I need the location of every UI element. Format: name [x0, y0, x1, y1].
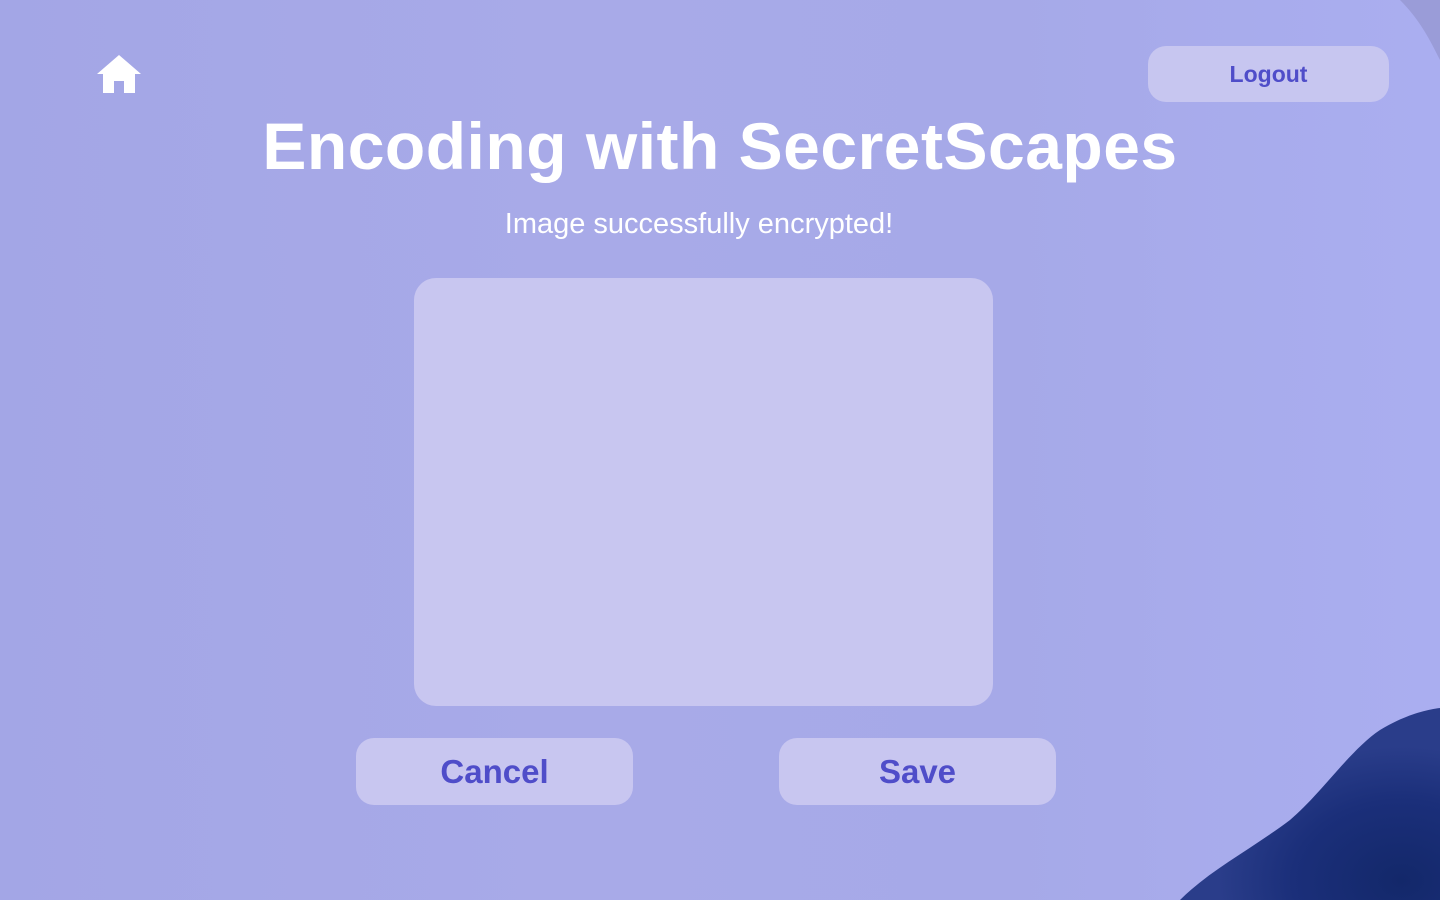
home-icon	[97, 55, 141, 93]
page-title: Encoding with SecretScapes	[262, 109, 1178, 183]
status-message: Image successfully encrypted!	[504, 208, 894, 240]
logout-button[interactable]: Logout	[1148, 46, 1389, 102]
home-button[interactable]	[94, 52, 144, 96]
cancel-button[interactable]: Cancel	[356, 738, 633, 805]
image-preview	[414, 278, 993, 706]
background-decoration	[1180, 708, 1440, 900]
save-button[interactable]: Save	[779, 738, 1056, 805]
